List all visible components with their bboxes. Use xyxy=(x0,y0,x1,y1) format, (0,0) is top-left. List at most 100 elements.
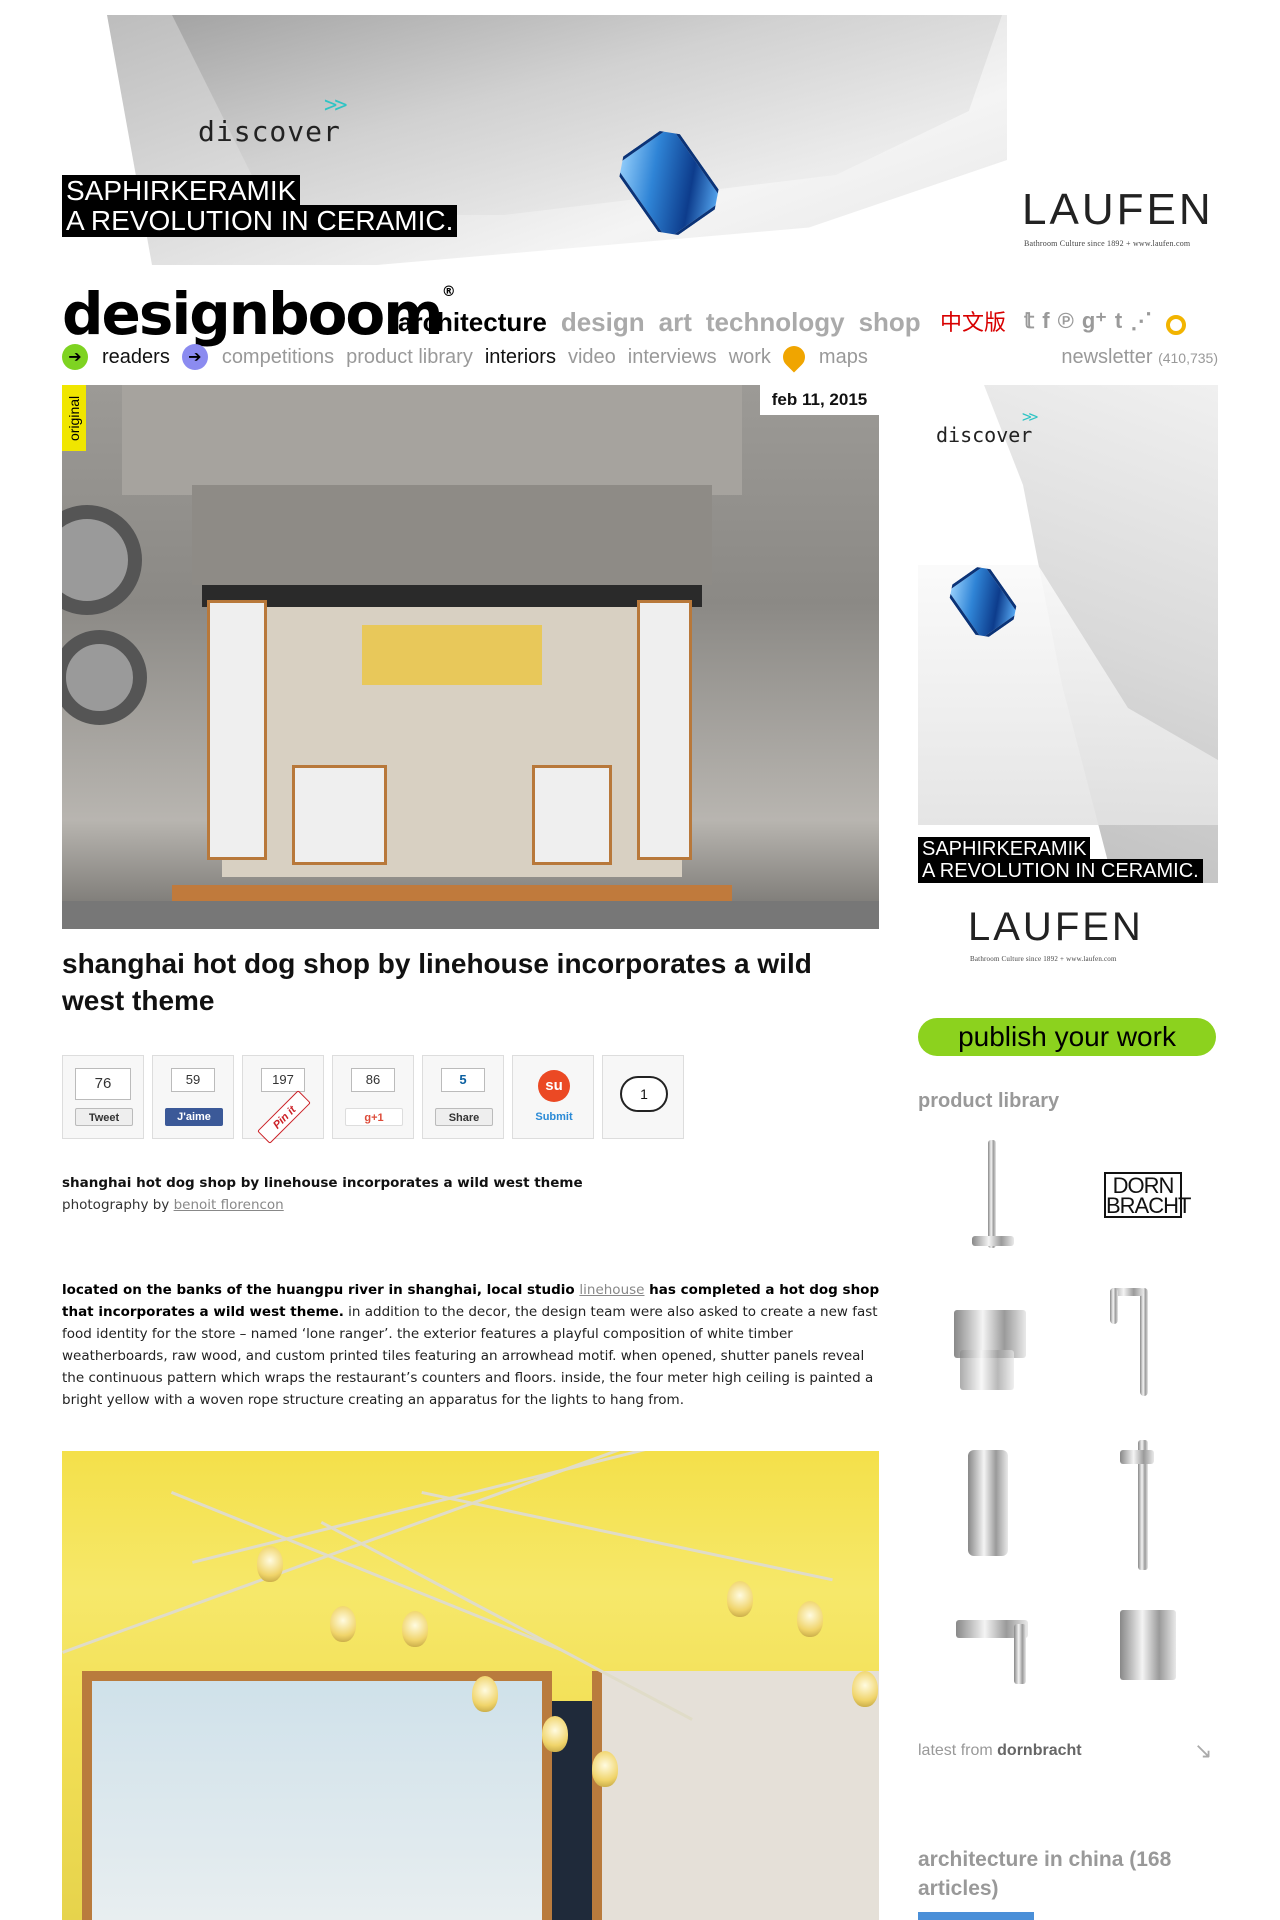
facebook-like-widget[interactable]: 59 J'aime xyxy=(152,1055,234,1139)
light-bulb xyxy=(852,1671,878,1707)
product-wall-spout-arm xyxy=(1014,1624,1026,1684)
nav-interviews[interactable]: interviews xyxy=(628,346,717,369)
gplus-count: 86 xyxy=(351,1068,395,1092)
google-plus-widget[interactable]: 86 g+1 xyxy=(332,1055,414,1139)
nav-video[interactable]: video xyxy=(568,346,616,369)
nav-readers[interactable]: readers xyxy=(102,346,170,369)
interior-image[interactable] xyxy=(62,1451,879,1920)
competitions-arrow-icon: ➔ xyxy=(181,344,208,370)
product-kitchen-faucet[interactable] xyxy=(1140,1288,1148,1396)
shutter-panel-left xyxy=(207,600,267,860)
hero-image[interactable] xyxy=(62,385,879,929)
nav-art[interactable]: art xyxy=(659,307,692,338)
arrow-down-right-icon[interactable]: ↘ xyxy=(1194,1738,1212,1764)
product-toothbrush-holder[interactable] xyxy=(968,1450,1008,1556)
architecture-in-china-heading[interactable]: architecture in china (168 articles) xyxy=(918,1845,1218,1903)
nav-maps[interactable]: maps xyxy=(819,346,868,369)
timber-deck xyxy=(172,885,732,901)
porthole-window xyxy=(62,630,147,725)
linkedin-count: 5 xyxy=(441,1068,485,1092)
nav-product-library[interactable]: product library xyxy=(346,346,473,369)
newsletter-count: (410,735) xyxy=(1158,350,1218,366)
building-facade xyxy=(122,385,742,495)
linkedin-widget[interactable]: 5 Share xyxy=(422,1055,504,1139)
search-icon[interactable] xyxy=(1166,315,1187,335)
dornbracht-logo[interactable]: DORN BRACHT xyxy=(1104,1172,1191,1218)
tumblr-icon[interactable]: t xyxy=(1115,308,1122,334)
pavement xyxy=(62,901,879,929)
chinese-edition-link[interactable]: 中文版 xyxy=(940,305,1006,337)
product-towel-holder[interactable] xyxy=(988,1140,996,1248)
photographer-link[interactable]: benoit florencon xyxy=(174,1197,284,1213)
rope-line xyxy=(62,1451,721,1654)
rope-line xyxy=(170,1491,562,1652)
nav-technology[interactable]: technology xyxy=(706,307,845,338)
product-library-heading[interactable]: product library xyxy=(918,1090,1059,1113)
tweet-count: 76 xyxy=(75,1068,131,1100)
ad-tagline-2: A REVOLUTION IN CERAMIC. xyxy=(918,859,1203,883)
light-bulb xyxy=(797,1601,823,1637)
ad-discover-text: discover xyxy=(198,115,341,148)
light-bulb xyxy=(592,1751,618,1787)
facebook-icon[interactable]: f xyxy=(1042,308,1049,334)
ad-discover-text: discover xyxy=(936,423,1033,447)
nav-architecture[interactable]: architecture xyxy=(398,307,547,338)
nav-shop[interactable]: shop xyxy=(859,307,921,338)
light-bulb xyxy=(542,1716,568,1752)
ad-tagline-1: SAPHIRKERAMIK xyxy=(918,837,1091,861)
original-label: original xyxy=(62,385,86,451)
pin-it-button[interactable]: Pin it xyxy=(257,1090,311,1144)
shutter-panel-right xyxy=(637,600,692,860)
nav-interiors[interactable]: interiors xyxy=(485,346,556,369)
architecture-thumbnail[interactable] xyxy=(918,1912,1034,1920)
product-thermostat[interactable] xyxy=(1120,1610,1176,1680)
map-pin-icon xyxy=(778,341,810,373)
shop-door xyxy=(592,1671,879,1920)
facebook-like-button[interactable]: J'aime xyxy=(165,1108,223,1126)
porthole-window xyxy=(62,505,142,615)
linehouse-link[interactable]: linehouse xyxy=(579,1282,644,1298)
laufen-subline: Bathroom Culture since 1892 + www.laufen… xyxy=(970,955,1117,963)
rss-icon[interactable]: ⋰ xyxy=(1130,308,1152,334)
google-plus-icon[interactable]: g⁺ xyxy=(1082,308,1107,334)
designboom-logo[interactable]: designboom® xyxy=(62,280,456,348)
linkedin-share-button[interactable]: Share xyxy=(435,1108,493,1126)
laufen-logo[interactable]: LAUFEN xyxy=(968,905,1144,950)
stumbleupon-widget[interactable]: su Submit xyxy=(512,1055,594,1139)
tweet-button[interactable]: Tweet xyxy=(75,1108,133,1126)
publish-your-work-button[interactable]: publish your work xyxy=(918,1018,1216,1056)
product-bath-mixer-top xyxy=(1120,1450,1154,1464)
caption-title: shanghai hot dog shop by linehouse incor… xyxy=(62,1175,583,1191)
pinterest-widget[interactable]: 197 Pin it xyxy=(242,1055,324,1144)
nav-competitions[interactable]: competitions xyxy=(222,346,334,369)
image-caption: shanghai hot dog shop by linehouse incor… xyxy=(62,1172,583,1216)
laufen-logo: LAUFEN xyxy=(1022,185,1214,234)
readers-arrow-icon: ➔ xyxy=(62,344,88,370)
laufen-subline: Bathroom Culture since 1892 + www.laufen… xyxy=(1024,239,1191,248)
article-date: feb 11, 2015 xyxy=(760,385,879,415)
product-towel-holder-base xyxy=(972,1236,1014,1246)
shop-awning xyxy=(192,485,712,585)
latest-from-link[interactable]: latest from dornbracht xyxy=(918,1742,1082,1760)
stumbleupon-submit-button[interactable]: Submit xyxy=(525,1108,583,1126)
light-bulb xyxy=(330,1606,356,1642)
top-banner-ad[interactable]: >> discover SAPHIRKERAMIK A REVOLUTION I… xyxy=(62,15,1220,265)
light-bulb xyxy=(402,1611,428,1647)
tweet-widget[interactable]: 76 Tweet xyxy=(62,1055,144,1139)
gplus-button[interactable]: g+1 xyxy=(345,1108,403,1126)
article-title: shanghai hot dog shop by linehouse incor… xyxy=(62,948,812,1016)
ad-tagline-1: SAPHIRKERAMIK xyxy=(62,175,301,207)
pinterest-icon[interactable]: ℗ xyxy=(1058,308,1074,334)
sub-nav: ➔ readers ➔ competitions product library… xyxy=(62,341,868,373)
nav-design[interactable]: design xyxy=(561,307,645,338)
sidebar-ad[interactable]: >> discover SAPHIRKERAMIK A REVOLUTION I… xyxy=(918,385,1218,883)
share-bar: 76 Tweet 59 J'aime 197 Pin it 86 g+1 5 S… xyxy=(62,1055,684,1144)
product-paper-roll xyxy=(960,1350,1014,1390)
facebook-like-count: 59 xyxy=(171,1068,215,1092)
newsletter-link[interactable]: newsletter (410,735) xyxy=(1061,346,1218,369)
light-bulb xyxy=(472,1676,498,1712)
comments-widget[interactable]: 1 xyxy=(602,1055,684,1139)
twitter-icon[interactable]: 𝕥 xyxy=(1024,308,1034,334)
nav-work[interactable]: work xyxy=(729,346,771,369)
comment-bubble-icon[interactable]: 1 xyxy=(620,1076,668,1112)
